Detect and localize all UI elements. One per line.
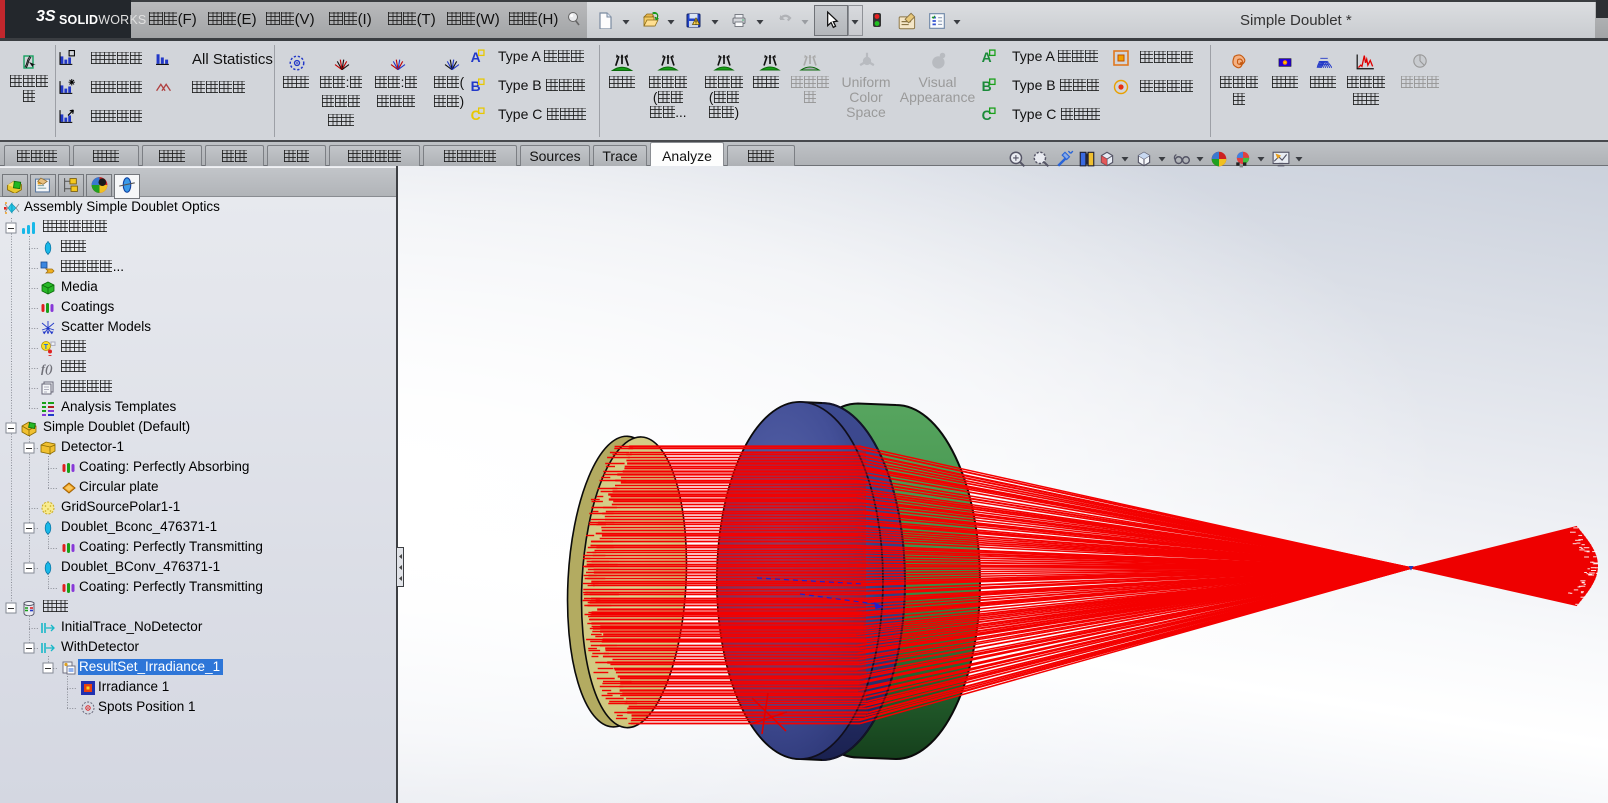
svg-text:f(): f() [41,362,53,376]
svg-text:T: T [44,344,49,351]
